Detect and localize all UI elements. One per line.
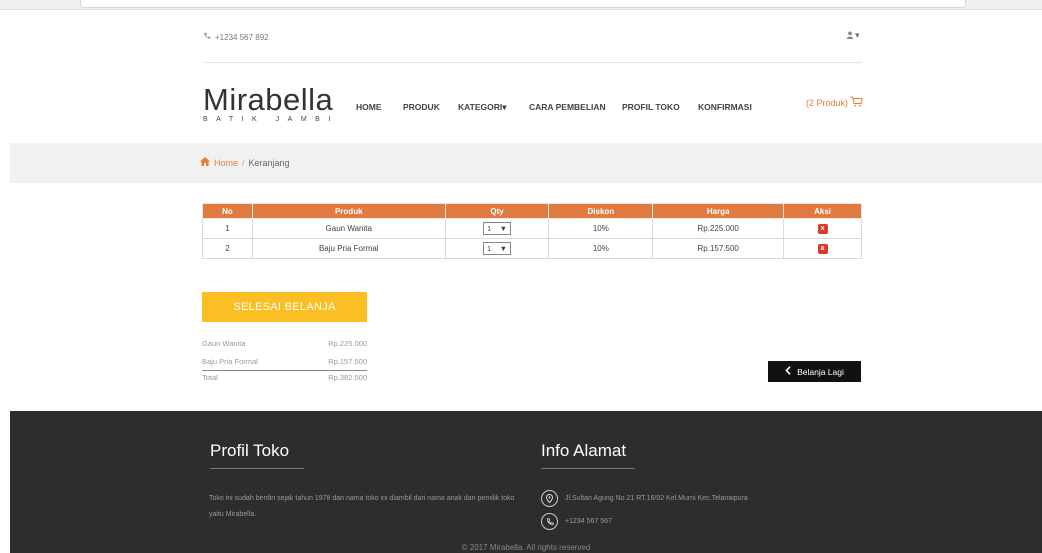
summary-item-price: Rp.157.500: [328, 356, 367, 366]
cart-table: No Produk Qty Diskon Harga Aksi 1 Gaun W…: [202, 203, 862, 259]
nav-cara-pembelian[interactable]: CARA PEMBELIAN: [529, 102, 606, 112]
table-row: 2 Baju Pria Formal 1 ▼ 10% Rp.157.500 x: [202, 238, 862, 259]
column-header: Qty: [444, 203, 550, 219]
summary-item: Baju Pria Formal Rp.157.500: [202, 352, 367, 370]
logo-name: Mirabella: [203, 82, 334, 117]
top-bar: [80, 0, 966, 8]
logo-tag: BATIK JAMBI: [203, 116, 339, 123]
nav-home[interactable]: HOME: [356, 102, 382, 112]
qty-cell: 1 ▼: [444, 218, 550, 239]
row-number: 2: [202, 238, 253, 259]
chevron-left-icon: [785, 366, 791, 377]
breadcrumb-separator: /: [242, 157, 245, 168]
caret-down-icon: ▼: [499, 224, 508, 233]
summary-total-value: Rp.382.500: [328, 373, 367, 382]
row-number: 1: [202, 218, 253, 239]
chevron-down-icon: ▾: [502, 102, 507, 112]
user-menu[interactable]: ▾: [846, 30, 860, 41]
footer: Profil Toko Toko ini sudah berdiri sejak…: [10, 411, 1042, 553]
column-header: Harga: [652, 203, 785, 219]
breadcrumb-bar: [10, 143, 1042, 183]
footer-phone-number: +1234 567 567: [565, 518, 612, 525]
footer-address-title: Info Alamat: [541, 441, 627, 460]
user-icon: [846, 31, 854, 41]
finish-shopping-button[interactable]: SELESAI BELANJA: [202, 292, 367, 322]
footer-phone: +1234 567 567: [541, 513, 612, 530]
footer-profile-title: Profil Toko: [210, 441, 290, 460]
logo[interactable]: Mirabella BATIK JAMBI: [203, 84, 339, 123]
continue-shopping-label: Belanja Lagi: [797, 366, 844, 377]
nav-kategori[interactable]: KATEGORI▾: [458, 102, 507, 113]
footer-address-underline: [541, 468, 635, 469]
qty-value: 1: [487, 224, 492, 233]
footer-profile-underline: [210, 468, 304, 469]
browser-top-strip: [0, 0, 1042, 10]
price: Rp.225.000: [652, 218, 785, 239]
copyright: © 2017 Mirabella. All rights reserved: [461, 543, 591, 552]
qty-value: 1: [487, 244, 492, 253]
qty-select[interactable]: 1 ▼: [483, 222, 512, 235]
summary-item-name: Gaun Wanita: [202, 338, 246, 348]
nav-kategori-label: KATEGORI: [458, 102, 503, 112]
summary-item-price: Rp.225.000: [328, 338, 367, 348]
phone-icon: [203, 32, 211, 42]
map-pin-icon: [541, 490, 558, 507]
action-cell: x: [783, 218, 862, 239]
order-summary: Gaun Wanita Rp.225.000 Baju Pria Formal …: [202, 334, 367, 384]
delete-button[interactable]: x: [817, 224, 828, 234]
address-text: Jl.Sultan Agung No.21 RT.16/02 Kel.Murni…: [565, 495, 748, 502]
phone-number: +1234 567 892: [215, 32, 269, 42]
nav-profil-toko[interactable]: PROFIL TOKO: [622, 102, 680, 112]
price: Rp.157.500: [652, 238, 785, 259]
qty-select[interactable]: 1 ▼: [483, 242, 512, 255]
cart-count: (2 Produk): [806, 97, 849, 108]
summary-total-label: Total: [202, 373, 218, 382]
summary-total: Total Rp.382.500: [202, 371, 367, 384]
column-header: Produk: [251, 203, 446, 219]
table-header-row: No Produk Qty Diskon Harga Aksi: [202, 203, 862, 219]
breadcrumb-current: Keranjang: [248, 157, 290, 168]
delete-button[interactable]: x: [817, 244, 828, 254]
qty-cell: 1 ▼: [444, 238, 550, 259]
summary-item-name: Baju Pria Formal: [202, 356, 258, 366]
header-divider: [203, 62, 862, 63]
cart-link[interactable]: (2 Produk): [806, 96, 863, 109]
nav-produk[interactable]: PRODUK: [403, 102, 440, 112]
discount: 10%: [548, 218, 654, 239]
breadcrumb-home[interactable]: Home: [214, 158, 238, 168]
phone-icon: [541, 513, 558, 530]
breadcrumb: Home / Keranjang: [200, 157, 290, 168]
column-header: Diskon: [548, 203, 654, 219]
footer-address: Jl.Sultan Agung No.21 RT.16/02 Kel.Murni…: [541, 490, 748, 507]
table-row: 1 Gaun Wanita 1 ▼ 10% Rp.225.000 x: [202, 218, 862, 239]
cart-icon: [850, 96, 863, 109]
footer-profile-text: Toko ini sudah berdiri sejak tahun 1978 …: [209, 495, 515, 518]
continue-shopping-button[interactable]: Belanja Lagi: [768, 361, 861, 382]
nav-konfirmasi[interactable]: KONFIRMASI: [698, 102, 752, 112]
home-icon[interactable]: [200, 157, 210, 168]
caret-down-icon: ▼: [499, 244, 508, 253]
discount: 10%: [548, 238, 654, 259]
product-name: Baju Pria Formal: [251, 238, 446, 259]
action-cell: x: [783, 238, 862, 259]
summary-item: Gaun Wanita Rp.225.000: [202, 334, 367, 352]
column-header: Aksi: [783, 203, 862, 219]
header-phone: +1234 567 892: [203, 32, 269, 42]
column-header: No: [202, 203, 253, 219]
chevron-down-icon: ▾: [855, 30, 860, 40]
product-name: Gaun Wanita: [251, 218, 446, 239]
